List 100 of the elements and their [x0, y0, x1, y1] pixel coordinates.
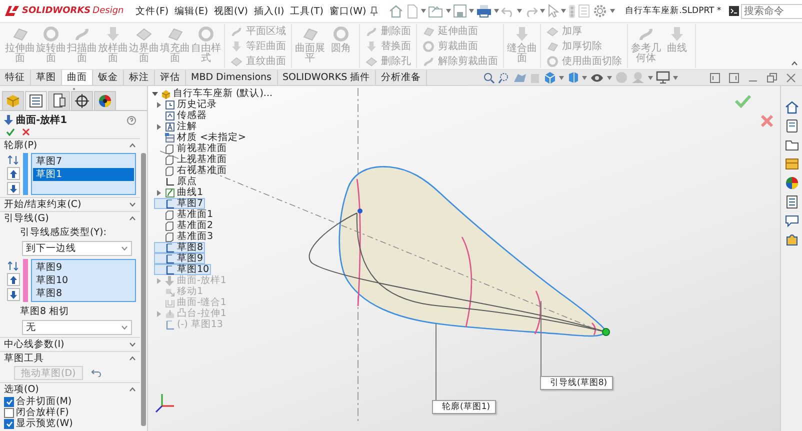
move-down-button[interactable]: [6, 182, 20, 195]
caret-icon[interactable]: [559, 76, 564, 80]
tile-left-icon[interactable]: [710, 72, 720, 82]
save-icon[interactable]: [453, 4, 468, 18]
selection-list[interactable]: 草图7 草图1: [31, 153, 136, 195]
menu-item[interactable]: 编辑(E): [172, 4, 210, 18]
ok-button[interactable]: [6, 128, 15, 136]
checkmark-icon[interactable]: [734, 94, 752, 108]
chevron-down-icon[interactable]: [129, 342, 136, 347]
callout-label[interactable]: 轮廓(草图1): [432, 400, 496, 414]
section-title[interactable]: 引导线(G): [4, 212, 49, 225]
tree-item[interactable]: 草图10: [154, 264, 212, 275]
list-item[interactable]: 草图10: [33, 274, 134, 287]
caret-icon[interactable]: [469, 9, 474, 13]
display-style-icon[interactable]: [567, 71, 580, 84]
dropdown[interactable]: 到下一边线: [22, 241, 132, 256]
caret-icon[interactable]: [421, 9, 426, 13]
section-title[interactable]: 轮廓(P): [4, 139, 38, 152]
tree-item[interactable]: 曲线1: [154, 187, 206, 198]
undo-icon[interactable]: [90, 369, 101, 377]
move-up-button[interactable]: [6, 273, 20, 286]
home-icon[interactable]: [784, 100, 798, 114]
move-up-button[interactable]: [6, 167, 20, 180]
tree-item[interactable]: 基准面2: [154, 220, 216, 231]
hide-show-icon[interactable]: [590, 72, 604, 82]
caret-icon[interactable]: [446, 9, 452, 13]
monitor-icon[interactable]: [656, 71, 670, 84]
caret-icon[interactable]: [561, 9, 566, 13]
list-item[interactable]: 草图7: [33, 155, 134, 168]
zoom-area-icon[interactable]: [498, 72, 510, 84]
callout-label[interactable]: 引导线(草图8): [540, 376, 614, 390]
chevron-down-icon[interactable]: [129, 202, 136, 207]
selection-list[interactable]: 草图9 草图10 草图8: [31, 259, 136, 302]
collapsed-arrow-icon[interactable]: [156, 124, 162, 130]
tree-item[interactable]: 注解: [154, 121, 199, 132]
restore-icon[interactable]: [766, 72, 777, 82]
section-title[interactable]: 中心线参数(I): [4, 338, 64, 351]
tree-item[interactable]: 草图8: [154, 242, 206, 253]
chevron-up-icon[interactable]: [129, 216, 136, 221]
cancel-button[interactable]: [22, 128, 30, 136]
pin-icon[interactable]: [370, 6, 378, 16]
collapsed-arrow-icon[interactable]: [156, 190, 162, 196]
menu-item[interactable]: 文件(F): [134, 4, 171, 18]
tree-item[interactable]: 传感器: [154, 110, 209, 121]
tree-item[interactable]: 历史记录: [154, 99, 219, 110]
tree-item[interactable]: 材质 <未指定>: [154, 132, 248, 143]
checkbox[interactable]: [4, 418, 14, 428]
caret-icon[interactable]: [540, 9, 546, 13]
view-orientation-icon[interactable]: [543, 71, 556, 84]
close-icon[interactable]: [786, 72, 796, 82]
open-folder-icon[interactable]: [428, 4, 444, 18]
tree-item[interactable]: 草图9: [154, 253, 206, 264]
properties-icon[interactable]: [784, 195, 798, 209]
folder-icon[interactable]: [784, 138, 798, 152]
caret-icon[interactable]: [494, 9, 500, 13]
panel-tab[interactable]: [94, 91, 116, 110]
help-icon[interactable]: [127, 116, 136, 124]
tree-item[interactable]: 上视基准面: [154, 154, 229, 165]
chevron-up-icon[interactable]: [129, 143, 136, 148]
chevron-up-icon[interactable]: [129, 356, 136, 361]
caret-icon[interactable]: [517, 9, 522, 13]
chevron-up-icon[interactable]: [129, 387, 136, 392]
move-down-button[interactable]: [6, 288, 20, 301]
swap-icon[interactable]: [8, 155, 18, 165]
expanded-arrow-icon[interactable]: [152, 90, 158, 96]
caret-icon[interactable]: [582, 76, 588, 80]
panel-tab[interactable]: [48, 91, 70, 110]
print-icon[interactable]: [476, 4, 492, 18]
menu-item[interactable]: 视图(V): [212, 4, 250, 18]
caret-icon[interactable]: [607, 76, 612, 80]
list-item[interactable]: 草图8: [33, 287, 134, 300]
dropdown[interactable]: 无: [22, 320, 132, 335]
menu-item[interactable]: 工具(T): [288, 4, 326, 18]
checkbox[interactable]: [4, 396, 14, 406]
swap-icon[interactable]: [8, 261, 18, 271]
collapsed-arrow-icon[interactable]: [156, 102, 162, 108]
panel-tab[interactable]: [25, 91, 47, 110]
checkbox[interactable]: [4, 408, 14, 418]
list-item[interactable]: 草图9: [33, 261, 134, 274]
chat-icon[interactable]: [784, 214, 798, 228]
caret-icon[interactable]: [673, 76, 678, 80]
tree-item[interactable]: 前视基准面: [154, 143, 229, 154]
endpoint-marker[interactable]: [602, 328, 610, 336]
tab[interactable]: 曲面: [62, 70, 93, 85]
panel-tab[interactable]: [71, 91, 93, 110]
section-title[interactable]: 草图工具: [4, 352, 44, 365]
tree-item[interactable]: 基准面1: [154, 209, 216, 220]
section-title[interactable]: 选项(O): [4, 383, 39, 396]
tree-item[interactable]: 基准面3: [154, 231, 216, 242]
tile-right-icon[interactable]: [728, 72, 739, 82]
tree-item[interactable]: 右视基准面: [154, 165, 229, 176]
caret-icon[interactable]: [648, 76, 654, 80]
pointer-icon[interactable]: [547, 4, 560, 18]
list-item[interactable]: 草图1: [33, 168, 134, 181]
tree-item[interactable]: 原点: [154, 176, 199, 187]
chevron-up-icon[interactable]: [791, 61, 798, 66]
menu-item[interactable]: 插入(I): [252, 4, 286, 18]
search-field[interactable]: 搜索命令: [741, 4, 802, 18]
gear-icon[interactable]: [592, 3, 608, 19]
tree-item[interactable]: 草图7: [154, 198, 206, 209]
